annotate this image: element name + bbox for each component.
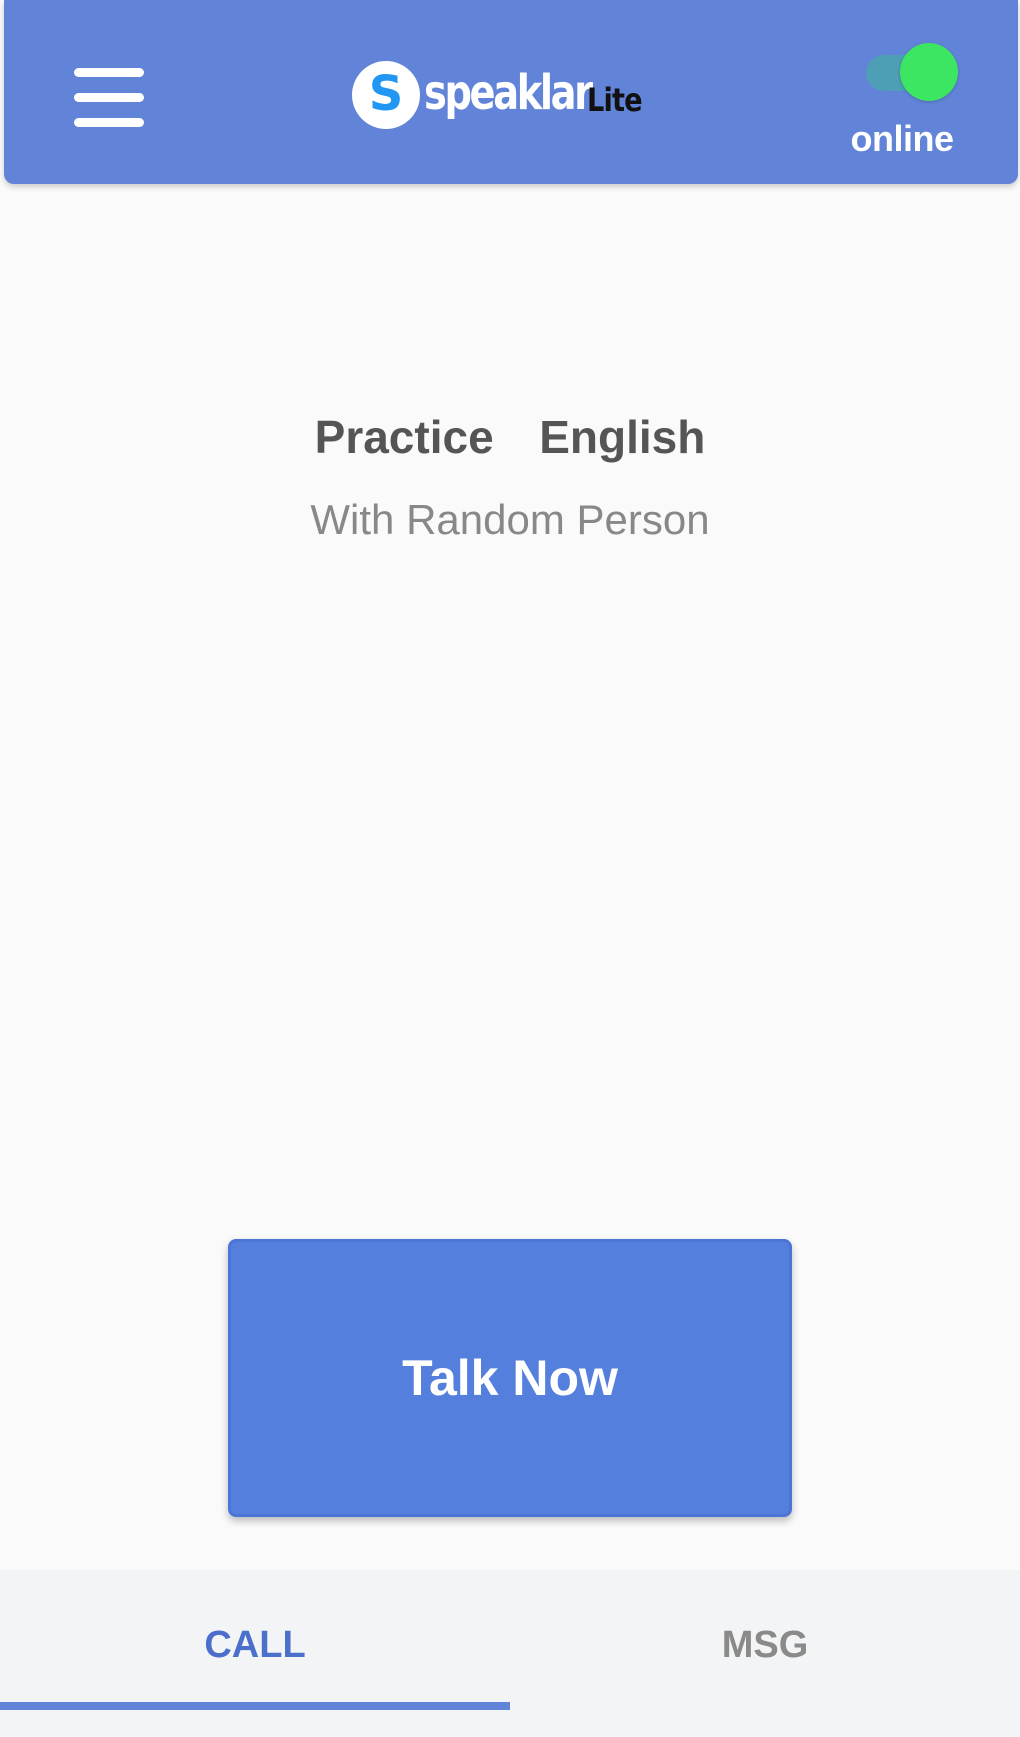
menu-line <box>74 118 144 127</box>
toggle-knob <box>900 43 958 101</box>
tab-msg[interactable]: MSG <box>510 1570 1020 1720</box>
app-logo: S speaklar Lite <box>352 60 652 130</box>
logo-badge-icon: S <box>352 61 420 129</box>
logo-badge-letter: S <box>368 66 404 122</box>
talk-now-button[interactable]: Talk Now <box>228 1239 792 1517</box>
menu-line <box>74 68 144 77</box>
active-tab-indicator <box>0 1702 510 1710</box>
menu-line <box>74 93 144 102</box>
status-label: online <box>850 118 955 159</box>
hamburger-menu-icon[interactable] <box>72 64 146 130</box>
page-subtitle: With Random Person <box>310 496 710 543</box>
page-title: Practice English <box>314 411 706 463</box>
logo-suffix: Lite <box>587 81 643 119</box>
online-status-toggle[interactable] <box>862 43 960 103</box>
tab-call[interactable]: CALL <box>0 1570 510 1720</box>
app-header: S speaklar Lite online <box>4 0 1018 184</box>
logo-wordmark: speaklar <box>424 65 593 121</box>
bottom-tab-bar: CALL MSG <box>0 1570 1020 1737</box>
